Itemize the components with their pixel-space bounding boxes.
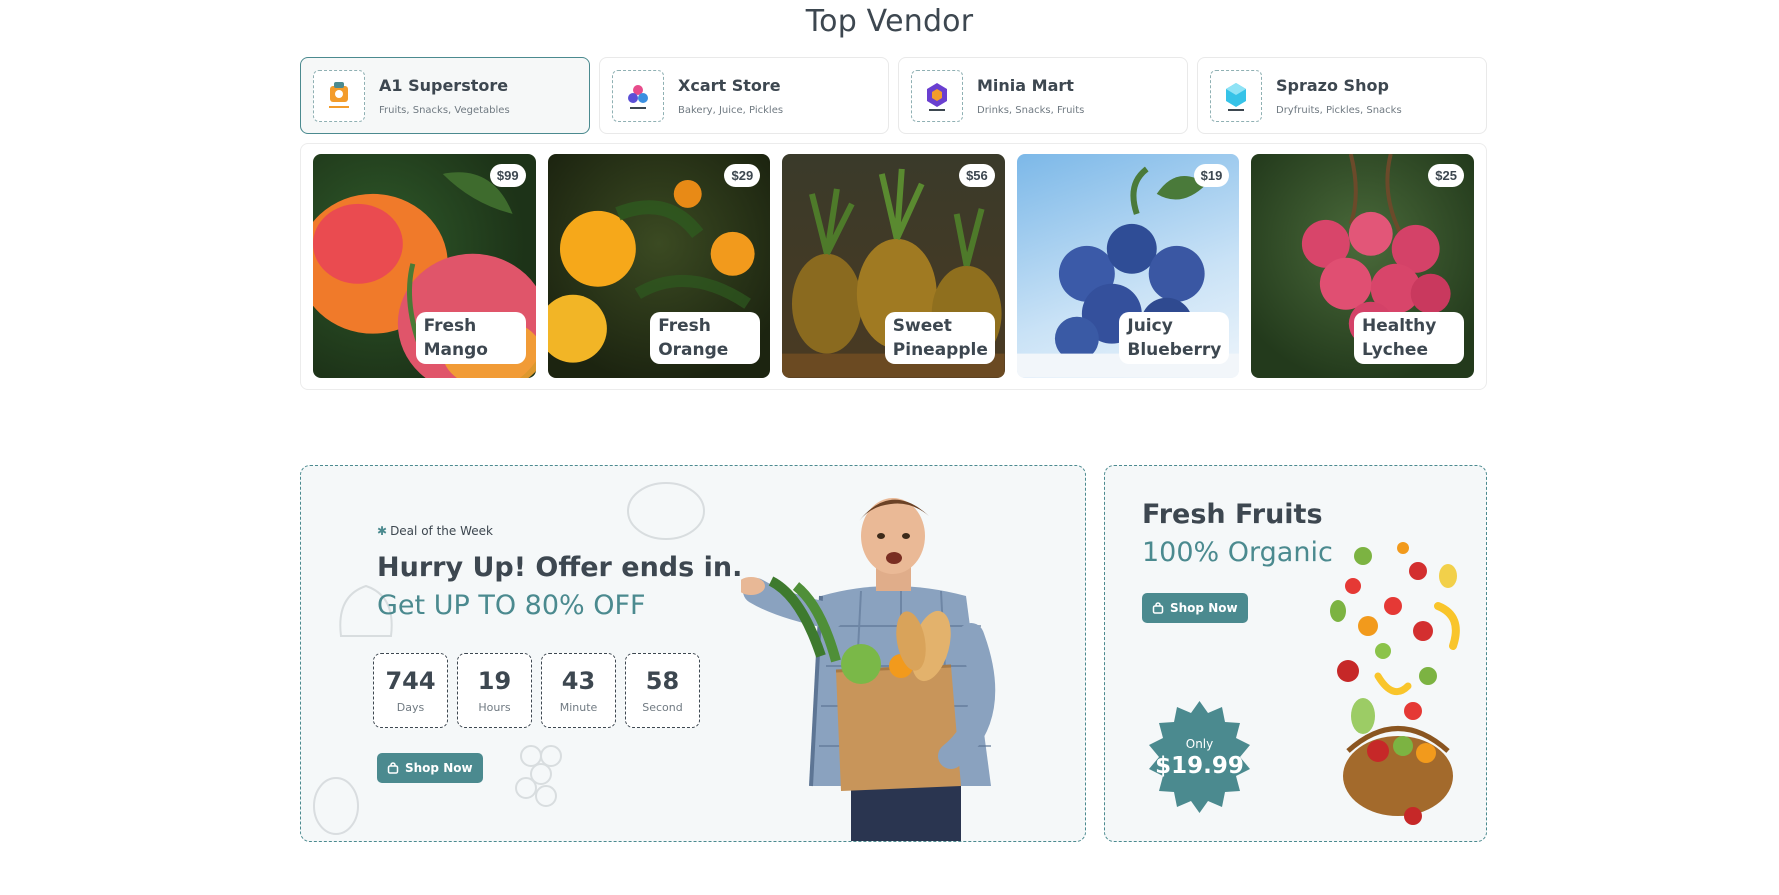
deal-title: Hurry Up! Offer ends in. <box>377 552 743 583</box>
vendor-categories: Dryfruits, Pickles, Snacks <box>1276 104 1402 116</box>
countdown-label: Days <box>396 701 425 714</box>
grapes-doodle-icon <box>515 745 562 807</box>
store-logo-icon <box>628 84 648 109</box>
deal-eyebrow-text: Deal of the Week <box>390 524 493 538</box>
product-card-pineapple[interactable]: $56 Sweet Pineapple <box>782 154 1005 378</box>
deal-shop-now-button[interactable]: Shop Now <box>377 753 483 783</box>
price-badge: $56 <box>959 164 995 187</box>
button-label: Shop Now <box>1170 601 1238 615</box>
store-logo-icon <box>329 81 349 108</box>
countdown-timer: 744 Days 19 Hours 43 Minute 58 Second <box>373 653 700 728</box>
product-card-blueberry[interactable]: $19 Juicy Blueberry <box>1016 154 1240 378</box>
product-card-orange[interactable]: $29 Fresh Orange <box>547 154 771 378</box>
product-name: Fresh Mango <box>415 312 526 364</box>
countdown-value: 744 <box>385 667 436 695</box>
deal-banner: ✱ Deal of the Week Hurry Up! Offer ends i… <box>300 465 1086 842</box>
fruit-banner-subtitle: 100% Organic <box>1142 537 1333 568</box>
section-title: Top Vendor <box>805 4 974 39</box>
vendor-tab-xcart-store[interactable]: Xcart Store Bakery, Juice, Pickles <box>599 57 889 134</box>
vendor-categories: Bakery, Juice, Pickles <box>678 104 784 116</box>
countdown-label: Minute <box>559 701 598 714</box>
vendor-name: Minia Mart <box>977 75 1074 95</box>
countdown-minutes: 43 Minute <box>541 653 616 728</box>
vendor-tab-sprazo-shop[interactable]: Sprazo Shop Dryfruits, Pickles, Snacks <box>1197 57 1487 134</box>
price-badge: $29 <box>724 164 761 187</box>
fruit-banner-title: Fresh Fruits <box>1142 499 1323 530</box>
vendor-categories: Fruits, Snacks, Vegetables <box>379 104 510 116</box>
vendor-name: A1 Superstore <box>379 75 509 95</box>
store-logo-icon <box>927 82 947 111</box>
countdown-days: 744 Days <box>373 653 448 728</box>
countdown-value: 58 <box>645 667 680 695</box>
vendor-logo <box>612 69 664 122</box>
vegetable-doodle-icon <box>627 482 705 540</box>
offer-price: $19.99 <box>1155 752 1244 779</box>
vendor-logo <box>1210 69 1262 122</box>
countdown-label: Second <box>642 701 683 714</box>
store-logo-icon <box>1226 82 1246 111</box>
button-label: Shop Now <box>405 761 473 775</box>
shopping-bag-icon <box>387 762 399 774</box>
star-icon: ✱ <box>377 524 388 538</box>
price-badge: $99 <box>489 164 526 187</box>
vendor-logo <box>313 69 365 122</box>
shopping-bag-icon <box>1152 602 1164 614</box>
price-badge: $25 <box>1428 164 1464 187</box>
vendor-tab-a1-superstore[interactable]: A1 Superstore Fruits, Snacks, Vegetables <box>300 57 590 134</box>
fruit-basket-image <box>1330 542 1460 825</box>
vendor-name: Xcart Store <box>678 75 781 95</box>
vendor-tab-minia-mart[interactable]: Minia Mart Drinks, Snacks, Fruits <box>898 57 1188 134</box>
deal-subtitle: Get UP TO 80% OFF <box>377 590 646 621</box>
product-name: Healthy Lychee <box>1353 312 1464 364</box>
fruit-shop-now-button[interactable]: Shop Now <box>1142 593 1248 623</box>
price-badge: $19 <box>1193 164 1230 187</box>
vendor-name: Sprazo Shop <box>1276 75 1389 95</box>
product-card-mango[interactable]: $99 Fresh Mango <box>313 154 536 378</box>
price-starburst: Only $19.99 <box>1141 699 1258 816</box>
product-name: Fresh Orange <box>650 312 761 364</box>
vendor-categories: Drinks, Snacks, Fruits <box>977 104 1085 116</box>
man-with-groceries-image <box>741 498 996 841</box>
only-label: Only <box>1185 736 1214 751</box>
countdown-hours: 19 Hours <box>457 653 532 728</box>
product-name: Juicy Blueberry <box>1119 312 1230 364</box>
countdown-label: Hours <box>478 701 511 714</box>
vendor-tabs: A1 Superstore Fruits, Snacks, Vegetables… <box>300 57 1487 134</box>
pineapple-doodle-icon <box>313 777 359 835</box>
vendor-logo <box>911 69 963 122</box>
product-name: Sweet Pineapple <box>884 312 995 364</box>
product-card-lychee[interactable]: $25 Healthy Lychee <box>1251 154 1474 378</box>
deal-eyebrow: ✱ Deal of the Week <box>377 524 493 538</box>
countdown-seconds: 58 Second <box>625 653 700 728</box>
countdown-value: 43 <box>561 667 596 695</box>
vendor-products: $99 Fresh Mango $29 Fresh Orange $56 Swe… <box>300 143 1487 390</box>
countdown-value: 19 <box>477 667 512 695</box>
fresh-fruits-banner: Fresh Fruits 100% Organic Shop Now Only … <box>1104 465 1487 842</box>
